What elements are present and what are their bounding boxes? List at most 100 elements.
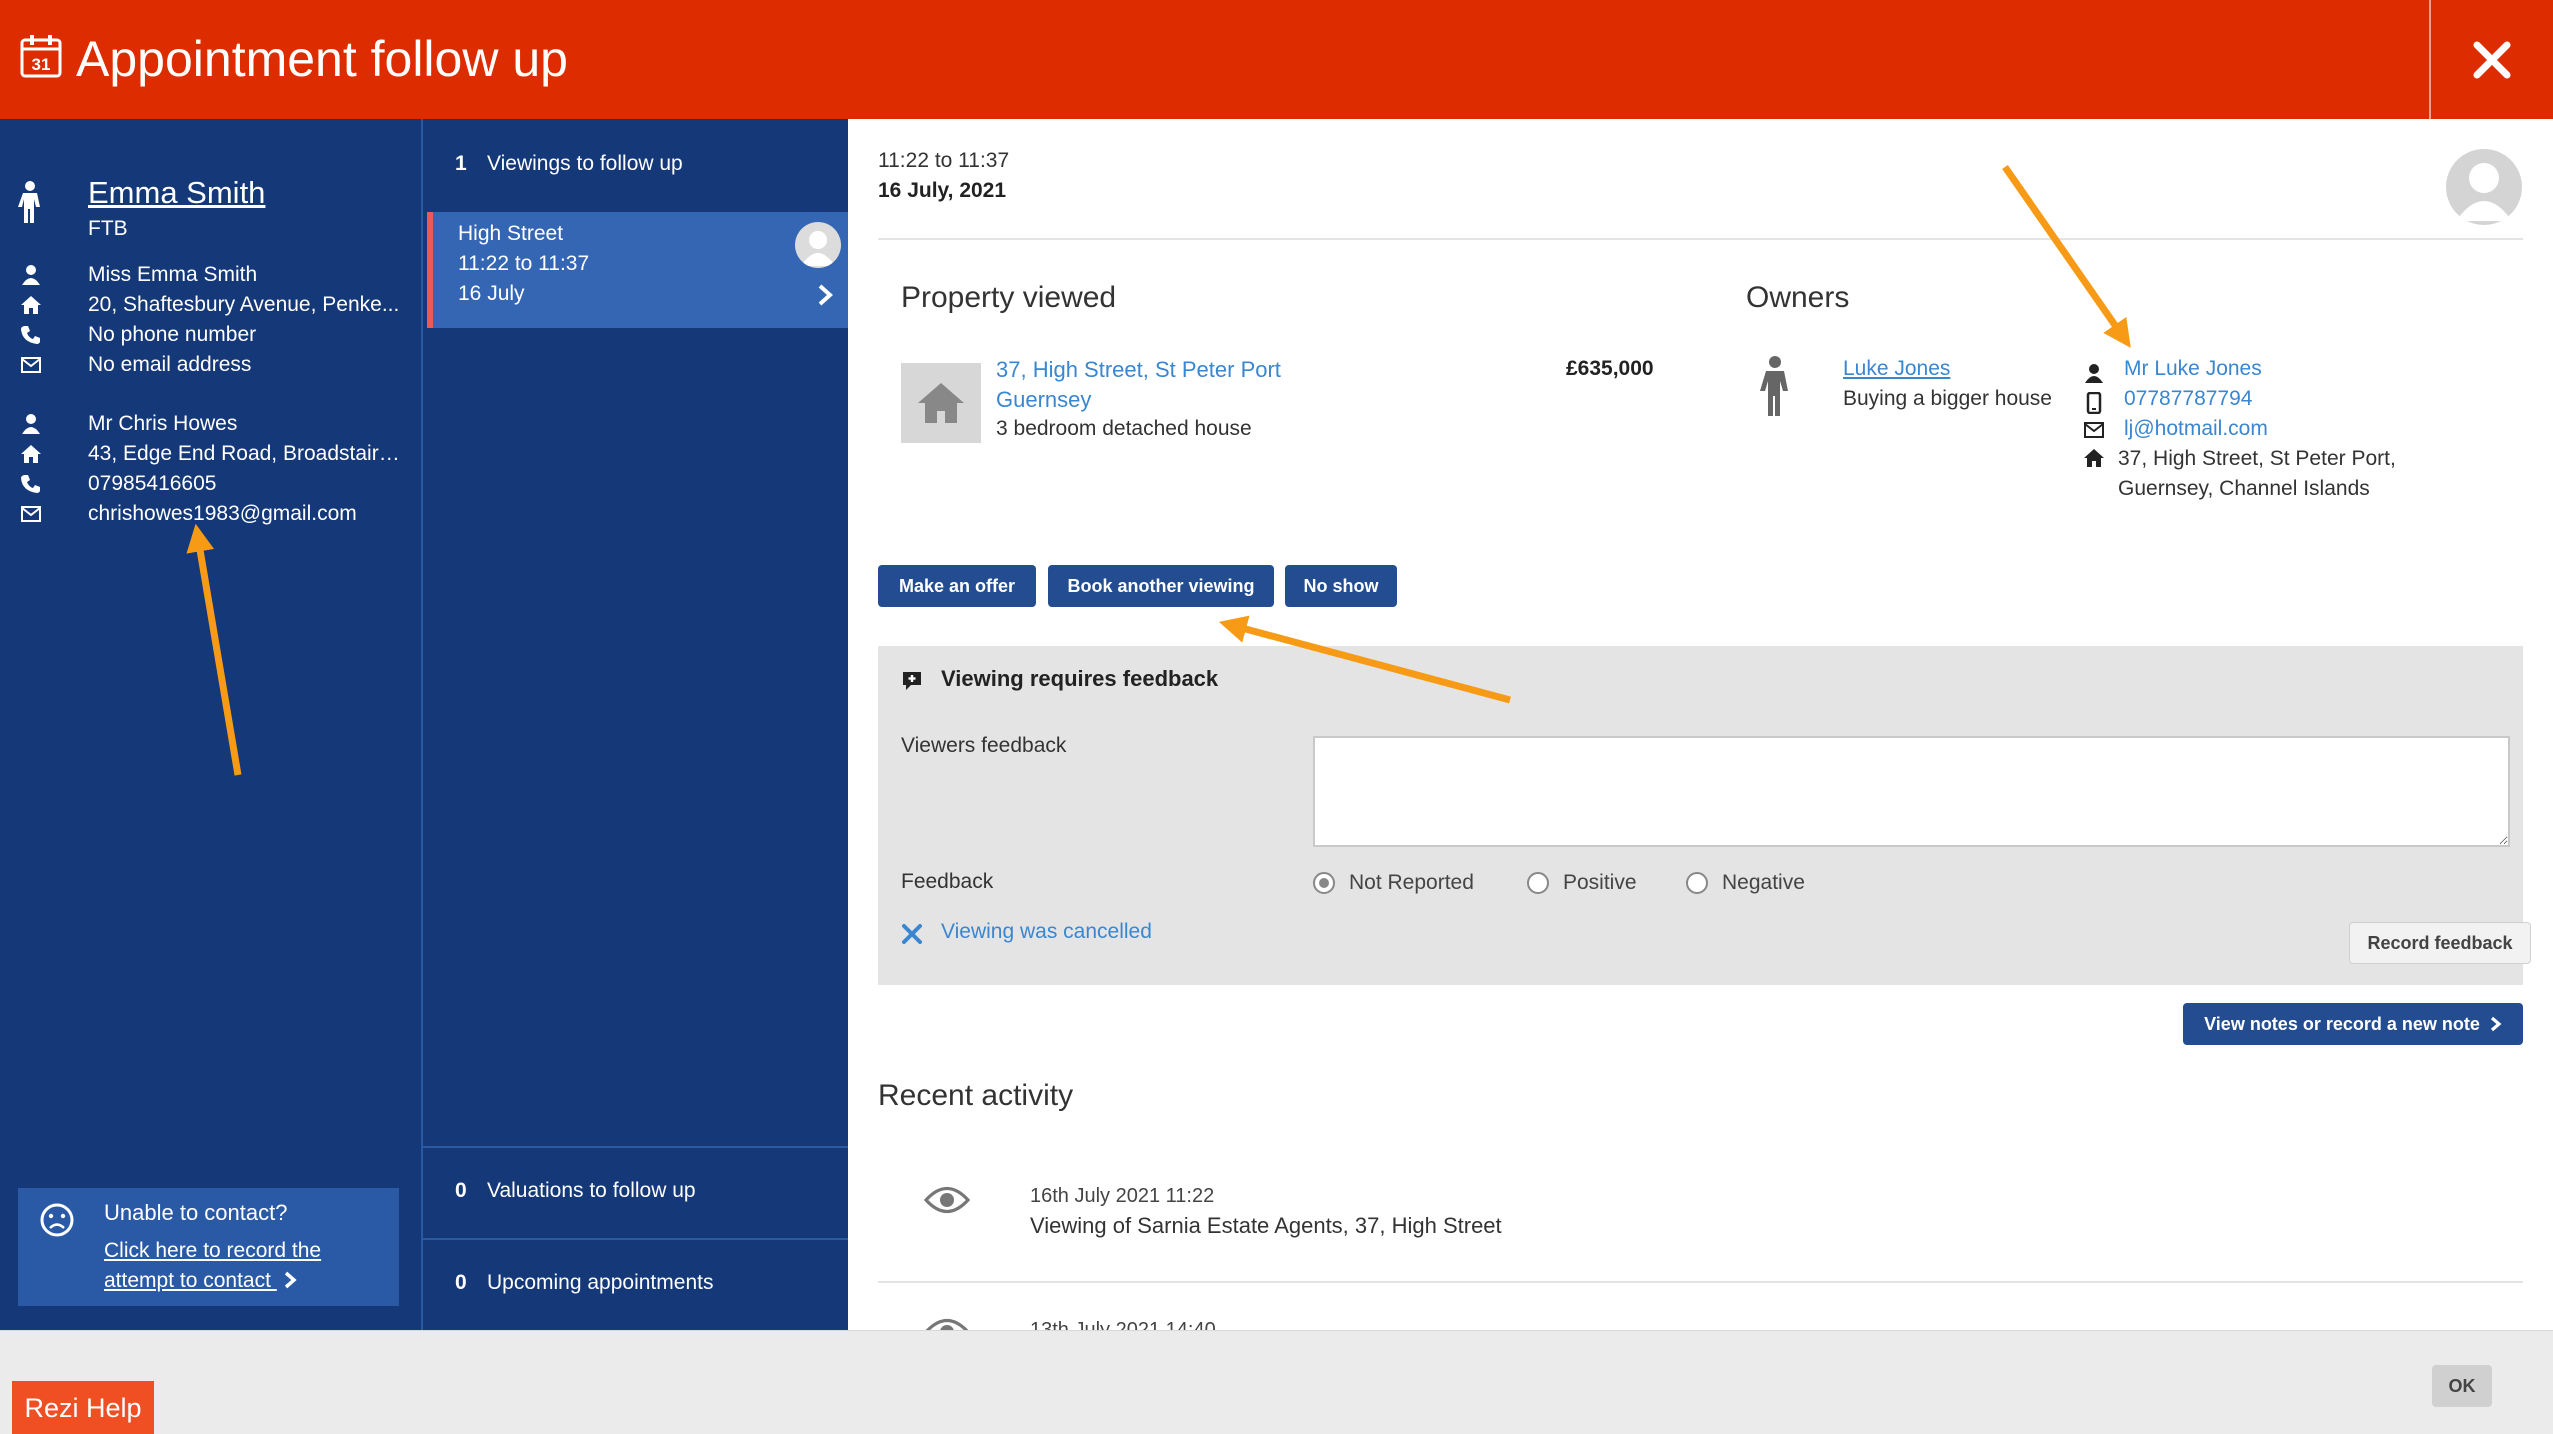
property-price: £635,000	[1566, 357, 1654, 380]
appointment-detail: 11:22 to 11:37 16 July, 2021 Property vi…	[848, 119, 2553, 1330]
make-offer-button[interactable]: Make an offer	[878, 565, 1036, 607]
property-thumbnail[interactable]	[901, 363, 981, 443]
phone-icon	[21, 475, 40, 493]
unable-to-contact-box: Unable to contact? Click here to record …	[18, 1188, 399, 1306]
ok-button[interactable]: OK	[2432, 1365, 2492, 1407]
divider	[423, 1146, 848, 1148]
comment-plus-icon	[903, 672, 921, 690]
property-description: 3 bedroom detached house	[996, 417, 1252, 440]
sad-face-icon	[40, 1203, 74, 1237]
appointment-time: 11:22 to 11:37	[878, 149, 1010, 172]
mobile-icon	[2086, 392, 2102, 414]
chevron-right-icon	[818, 284, 833, 306]
divider	[878, 1281, 2523, 1283]
property-address-link[interactable]: 37, High Street, St Peter Port	[996, 357, 1281, 383]
user-avatar-icon	[801, 231, 835, 266]
upcoming-label: Upcoming appointments	[487, 1271, 714, 1294]
divider	[878, 238, 2523, 240]
contact-panel: Emma Smith FTB Miss Emma Smith 20, Shaft…	[0, 119, 421, 1330]
owner-email-link[interactable]: lj@hotmail.com	[2124, 417, 2268, 441]
viewers-feedback-textarea[interactable]	[1313, 736, 2510, 847]
home-icon	[21, 296, 41, 314]
feedback-label: Feedback	[901, 870, 994, 893]
unable-heading: Unable to contact?	[104, 1200, 288, 1225]
radio-not-reported[interactable]: Not Reported	[1313, 868, 1474, 898]
contact-name-link[interactable]: Emma Smith	[88, 175, 265, 211]
email-icon	[21, 506, 41, 522]
owner-name-link[interactable]: Luke Jones	[1843, 357, 1950, 381]
footer-bar: Rezi Help OK	[0, 1330, 2553, 1434]
activity-description: Viewing of Sarnia Estate Agents, 37, Hig…	[1030, 1213, 1502, 1238]
person-icon	[18, 181, 40, 223]
owner-address-line2: Guernsey, Channel Islands	[2118, 477, 2370, 500]
contact-primary-address-row: 20, Shaftesbury Avenue, Penke...	[0, 290, 421, 320]
contact-primary-phone-row: No phone number	[0, 320, 421, 350]
list-item-viewing[interactable]: High Street 11:22 to 11:37 16 July	[427, 212, 848, 328]
owner-note: Buying a bigger house	[1843, 387, 2052, 410]
recent-activity-heading: Recent activity	[878, 1079, 1074, 1112]
viewers-feedback-label: Viewers feedback	[901, 734, 1067, 757]
owner-address-line1: 37, High Street, St Peter Port,	[2118, 447, 2396, 470]
upcoming-section-header[interactable]: 0 Upcoming appointments	[423, 1253, 848, 1313]
record-attempt-link[interactable]: Click here to record the attempt to cont…	[104, 1236, 364, 1296]
person-icon	[22, 265, 40, 285]
home-icon	[21, 445, 41, 463]
header-bar: 31 Appointment follow up	[0, 0, 2553, 119]
close-button[interactable]	[2429, 0, 2553, 119]
chevron-right-icon	[2490, 1016, 2502, 1032]
svg-text:31: 31	[32, 55, 51, 74]
record-feedback-button[interactable]: Record feedback	[2349, 922, 2531, 964]
avatar	[795, 222, 841, 268]
owner-full-name-link[interactable]: Mr Luke Jones	[2124, 357, 2262, 381]
email-icon	[21, 357, 41, 373]
radio-dot	[1686, 872, 1708, 894]
email-icon	[2084, 422, 2104, 438]
person-icon	[2085, 364, 2103, 383]
user-avatar-icon	[2456, 163, 2512, 221]
view-notes-button[interactable]: View notes or record a new note	[2183, 1003, 2523, 1045]
viewings-section-header[interactable]: 1 Viewings to follow up	[423, 134, 848, 194]
eye-icon	[925, 1318, 969, 1330]
appointments-list-panel: 1 Viewings to follow up High Street 11:2…	[421, 119, 848, 1330]
viewing-cancelled-link[interactable]: Viewing was cancelled	[941, 920, 1152, 944]
appointment-date: 16 July, 2021	[878, 179, 1007, 202]
chevron-right-icon	[284, 1271, 297, 1289]
valuations-count: 0	[455, 1179, 467, 1202]
radio-dot	[1527, 872, 1549, 894]
owner-phone-link[interactable]: 07787787794	[2124, 387, 2252, 411]
page-title: Appointment follow up	[76, 31, 568, 87]
contact-primary-name-row: Miss Emma Smith	[0, 260, 421, 290]
eye-icon	[924, 1186, 970, 1214]
person-icon	[1760, 356, 1788, 416]
property-town-link[interactable]: Guernsey	[996, 387, 1091, 413]
cancel-x-icon	[902, 924, 922, 944]
contact-secondary-phone-row: 07985416605	[0, 469, 421, 499]
radio-dot-selected	[1313, 872, 1335, 894]
radio-positive[interactable]: Positive	[1527, 868, 1637, 898]
viewings-count: 1	[455, 152, 467, 175]
calendar-icon: 31	[20, 35, 62, 78]
book-another-viewing-button[interactable]: Book another viewing	[1048, 565, 1274, 607]
help-button[interactable]: Rezi Help	[12, 1381, 154, 1434]
valuations-section-header[interactable]: 0 Valuations to follow up	[423, 1161, 848, 1221]
activity-time: 16th July 2021 11:22	[1030, 1185, 1215, 1207]
home-icon	[2084, 449, 2104, 467]
contact-primary-email-row: No email address	[0, 350, 421, 380]
avatar	[2446, 149, 2522, 225]
contact-secondary-name-row: Mr Chris Howes	[0, 409, 421, 439]
viewing-date: 16 July	[458, 282, 525, 305]
contact-tag: FTB	[88, 217, 128, 240]
upcoming-count: 0	[455, 1271, 467, 1294]
divider	[423, 1238, 848, 1240]
phone-icon	[21, 326, 40, 344]
feedback-heading: Viewing requires feedback	[941, 666, 1219, 691]
owners-heading: Owners	[1746, 281, 1850, 314]
person-icon	[22, 414, 40, 434]
contact-secondary-address-row: 43, Edge End Road, Broadstairs...	[0, 439, 421, 469]
radio-negative[interactable]: Negative	[1686, 868, 1805, 898]
no-show-button[interactable]: No show	[1285, 565, 1397, 607]
property-heading: Property viewed	[901, 281, 1117, 314]
close-icon	[2473, 41, 2511, 78]
contact-secondary-email-row: chrishowes1983@gmail.com	[0, 499, 421, 529]
feedback-panel: Viewing requires feedback Viewers feedba…	[878, 646, 2531, 985]
